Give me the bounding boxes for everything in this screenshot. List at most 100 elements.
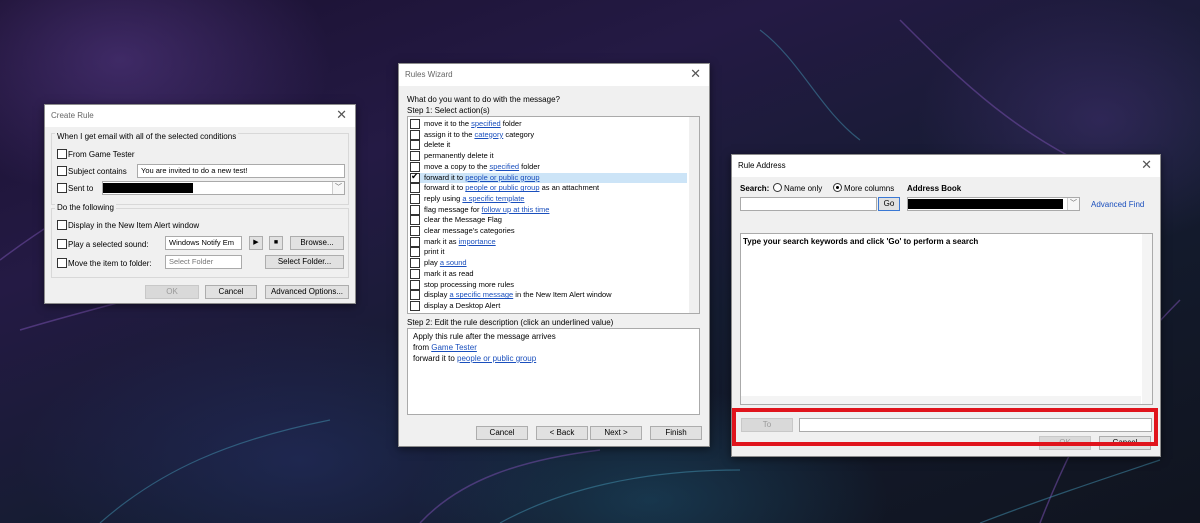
next-button[interactable]: Next >: [590, 426, 642, 440]
more-columns-label: More columns: [844, 184, 895, 193]
action-checkbox[interactable]: [410, 236, 420, 247]
action-checkbox[interactable]: [410, 215, 420, 226]
action-text: print it: [424, 247, 445, 257]
action-link[interactable]: people or public group: [465, 173, 539, 182]
action-row[interactable]: play a sound: [410, 258, 687, 269]
action-row[interactable]: display a Desktop Alert: [410, 300, 687, 311]
action-row[interactable]: forward it to people or public group as …: [410, 183, 687, 194]
results-hscrollbar[interactable]: [741, 396, 1141, 404]
actions-scrollbar[interactable]: [689, 117, 699, 313]
search-input[interactable]: [740, 197, 877, 211]
action-label: play a sound: [424, 258, 467, 268]
action-checkbox[interactable]: [410, 140, 420, 151]
from-checkbox[interactable]: [57, 149, 67, 159]
desc-forward-prefix: forward it to: [413, 354, 458, 363]
action-row[interactable]: stop processing more rules: [410, 279, 687, 290]
action-link[interactable]: specified: [489, 162, 519, 171]
results-scrollbar[interactable]: [1142, 234, 1152, 404]
action-row[interactable]: mark it as read: [410, 268, 687, 279]
action-checkbox[interactable]: [410, 204, 420, 215]
advanced-options-button[interactable]: Advanced Options...: [265, 285, 349, 299]
advanced-find-link[interactable]: Advanced Find: [1091, 200, 1144, 209]
display-alert-checkbox[interactable]: [57, 220, 67, 230]
action-link[interactable]: a specific template: [462, 194, 524, 203]
subject-input[interactable]: You are invited to do a new test!: [137, 164, 345, 178]
go-button[interactable]: Go: [878, 197, 900, 211]
action-row[interactable]: print it: [410, 247, 687, 258]
close-icon[interactable]: ✕: [1141, 158, 1152, 172]
sent-to-checkbox[interactable]: [57, 183, 67, 193]
action-checkbox[interactable]: [410, 247, 420, 258]
stop-sound-button[interactable]: ■: [269, 236, 283, 250]
action-row[interactable]: clear the Message Flag: [410, 215, 687, 226]
action-row[interactable]: clear message's categories: [410, 226, 687, 236]
sent-to-select[interactable]: ﹀: [102, 181, 345, 195]
action-label: stop processing more rules: [424, 280, 514, 290]
browse-button[interactable]: Browse...: [290, 236, 344, 250]
action-row[interactable]: reply using a specific template: [410, 193, 687, 204]
address-book-select[interactable]: ﹀: [907, 197, 1080, 211]
close-icon[interactable]: ✕: [690, 67, 701, 81]
action-text: delete it: [424, 140, 451, 150]
desc-line-1: Apply this rule after the message arrive…: [413, 332, 556, 341]
chevron-down-icon[interactable]: ﹀: [332, 182, 344, 194]
play-sound-checkbox[interactable]: [57, 239, 67, 249]
action-row[interactable]: permanently delete it: [410, 151, 687, 162]
action-link[interactable]: a specific message: [449, 290, 513, 299]
action-checkbox[interactable]: [410, 279, 420, 290]
results-list: Type your search keywords and click 'Go'…: [740, 233, 1153, 405]
desc-forward-link[interactable]: people or public group: [457, 354, 536, 363]
cancel-button[interactable]: Cancel: [205, 285, 257, 299]
action-checkbox[interactable]: [410, 183, 420, 194]
move-folder-checkbox[interactable]: [57, 258, 67, 268]
action-checkbox[interactable]: [410, 151, 420, 162]
action-row[interactable]: assign it to the category category: [410, 129, 687, 140]
desc-from-link[interactable]: Game Tester: [431, 343, 477, 352]
action-link[interactable]: specified: [471, 119, 501, 128]
action-text: move a copy to the: [424, 161, 490, 171]
action-link[interactable]: a sound: [440, 258, 467, 267]
action-checkbox[interactable]: [410, 258, 420, 269]
action-link[interactable]: importance: [459, 237, 496, 246]
action-text-suffix: category: [503, 129, 535, 139]
chevron-down-icon[interactable]: ﹀: [1067, 198, 1079, 210]
action-text: display a Desktop Alert: [424, 300, 501, 310]
subject-checkbox[interactable]: [57, 166, 67, 176]
move-folder-label: Move the item to folder:: [68, 259, 152, 268]
action-checkbox[interactable]: [410, 119, 420, 129]
select-folder-button[interactable]: Select Folder...: [265, 255, 344, 269]
back-button[interactable]: < Back: [536, 426, 588, 440]
action-checkbox[interactable]: [410, 193, 420, 204]
more-columns-radio[interactable]: [833, 183, 842, 192]
action-row[interactable]: mark it as importance: [410, 236, 687, 247]
action-row[interactable]: delete it: [410, 140, 687, 151]
create-rule-titlebar: Create Rule ✕: [45, 105, 355, 127]
action-link[interactable]: follow up at this time: [482, 205, 550, 214]
action-text: display: [424, 290, 450, 300]
action-row[interactable]: move it to the specified folder: [410, 119, 687, 129]
name-only-radio[interactable]: [773, 183, 782, 192]
action-row[interactable]: move a copy to the specified folder: [410, 161, 687, 172]
action-link[interactable]: category: [474, 130, 503, 139]
close-icon[interactable]: ✕: [336, 108, 347, 122]
folder-input[interactable]: Select Folder: [165, 255, 242, 269]
action-checkbox[interactable]: [410, 268, 420, 279]
highlight-annotation: [732, 408, 1158, 446]
action-checkbox[interactable]: [410, 290, 420, 301]
action-checkbox[interactable]: [410, 226, 420, 236]
action-checkbox[interactable]: [410, 129, 420, 140]
action-label: print it: [424, 247, 444, 257]
action-checkbox[interactable]: [410, 171, 420, 183]
cancel-button[interactable]: Cancel: [476, 426, 528, 440]
play-sound-button[interactable]: ▶: [249, 236, 263, 250]
action-checkbox[interactable]: [410, 300, 420, 311]
finish-button[interactable]: Finish: [650, 426, 702, 440]
sound-input[interactable]: Windows Notify Em: [165, 236, 242, 250]
action-row[interactable]: display a specific message in the New It…: [410, 290, 687, 301]
action-row[interactable]: flag message for follow up at this time: [410, 204, 687, 215]
action-row[interactable]: forward it to people or public group: [410, 171, 687, 183]
action-link[interactable]: people or public group: [465, 183, 539, 192]
rule-address-title: Rule Address: [738, 161, 786, 170]
action-label: display a Desktop Alert: [424, 301, 500, 311]
ok-button[interactable]: OK: [145, 285, 199, 299]
